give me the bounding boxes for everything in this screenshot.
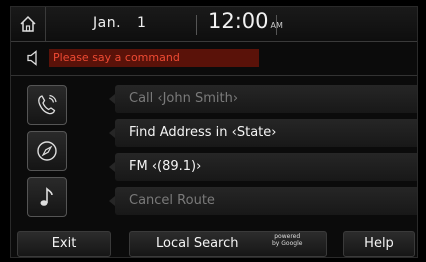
command-label: Find Address in ‹State› (129, 125, 277, 140)
voice-recognition-screen: Jan. 1 12:00AM Please say a command (10, 6, 418, 258)
home-button[interactable] (11, 7, 46, 41)
compass-icon (37, 141, 57, 161)
navigation-button[interactable] (27, 131, 67, 171)
date-display: Jan. 1 (93, 15, 146, 31)
divider (196, 15, 197, 35)
clock: 12:00AM (208, 9, 283, 33)
music-note-icon (40, 187, 53, 206)
speaker-icon (27, 50, 37, 66)
voice-prompt-text: Please say a command (49, 49, 259, 67)
voice-prompt-row: Please say a command (11, 43, 417, 73)
divider (11, 75, 417, 76)
powered-by-google-logo: powered by Google (272, 233, 302, 247)
phone-icon (38, 94, 57, 115)
status-bar: Jan. 1 12:00AM (11, 7, 417, 42)
phone-button[interactable] (27, 85, 67, 125)
divider (276, 15, 277, 35)
bottom-bar: Exit Local Search powered by Google Help (11, 229, 417, 257)
powered-line1: powered (274, 233, 301, 240)
media-button[interactable] (27, 177, 67, 217)
command-label: Call ‹John Smith› (129, 91, 239, 106)
home-icon (20, 15, 36, 32)
date-month: Jan. (93, 15, 122, 31)
command-call[interactable]: Call ‹John Smith› (109, 85, 417, 113)
local-search-label: Local Search (156, 236, 239, 251)
command-label: Cancel Route (129, 193, 215, 208)
command-cancel-route[interactable]: Cancel Route (109, 187, 417, 215)
powered-line2: by Google (272, 240, 303, 247)
command-label: FM ‹(89.1)› (129, 159, 202, 174)
clock-time: 12:00 (208, 9, 269, 33)
command-find-address[interactable]: Find Address in ‹State› (109, 119, 417, 147)
date-day: 1 (137, 15, 147, 31)
command-fm[interactable]: FM ‹(89.1)› (109, 153, 417, 181)
exit-button[interactable]: Exit (17, 231, 111, 257)
help-button[interactable]: Help (343, 231, 415, 257)
local-search-button[interactable]: Local Search powered by Google (129, 231, 327, 257)
